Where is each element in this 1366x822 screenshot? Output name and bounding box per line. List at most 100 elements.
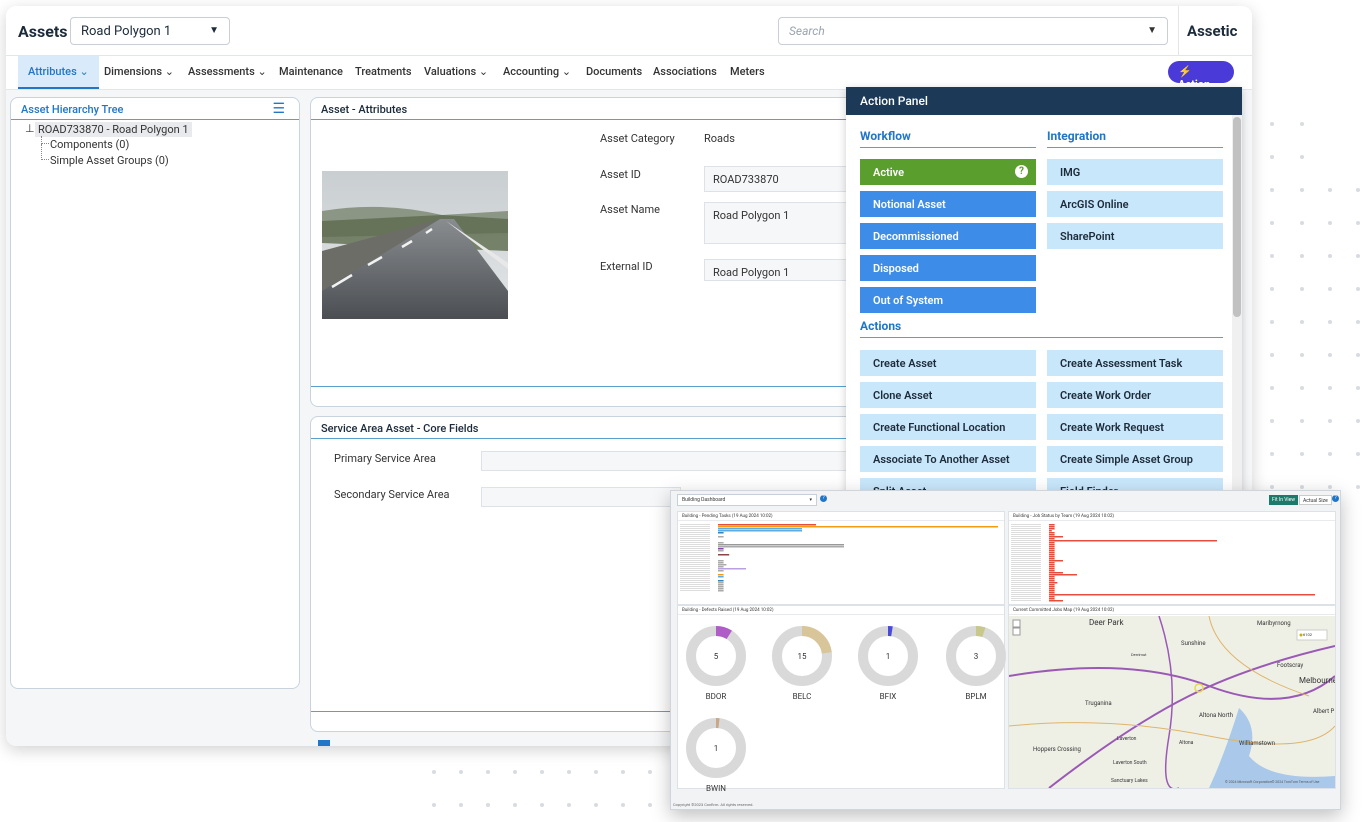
donut-value: 1: [713, 744, 719, 753]
map-credit: © 2024 Microsoft Corporation© 2024 TomTo…: [1225, 780, 1320, 784]
brand-logo: Assetic: [1178, 6, 1252, 56]
tree-title: Asset Hierarchy Tree: [11, 98, 299, 120]
chart-tick-label: [680, 574, 710, 575]
chart-tick-label: [1011, 576, 1041, 577]
secondary-service-area-field[interactable]: [481, 487, 681, 507]
chart-tick-label: [1011, 590, 1041, 591]
workflow-out-of-system-button[interactable]: Out of System: [860, 287, 1036, 313]
tab-documents[interactable]: Documents: [586, 65, 642, 78]
map-label: Truganina: [1085, 700, 1112, 707]
chart-bar: [1049, 524, 1055, 526]
chart-bar: [718, 536, 724, 538]
tab-meters[interactable]: Meters: [730, 65, 765, 78]
associate-asset-button[interactable]: Associate To Another Asset: [860, 446, 1036, 472]
chart-bar: [1049, 566, 1055, 568]
create-work-request-button[interactable]: Create Work Request: [1047, 414, 1223, 440]
scrollbar-thumb[interactable]: [1233, 117, 1241, 317]
asset-name-field[interactable]: Road Polygon 1: [704, 202, 864, 244]
chart-tick-label: [680, 524, 710, 525]
workflow-decommissioned-button[interactable]: Decommissioned: [860, 223, 1036, 249]
chart-bar: [1049, 572, 1063, 574]
dashboard-selector[interactable]: Building Dashboard ▾: [677, 494, 817, 506]
chart-bar: [1049, 526, 1055, 528]
chart-tick-label: [1011, 532, 1041, 533]
donut-chart-bwin: 1 BWIN: [684, 716, 748, 793]
map-label: Laverton: [1117, 736, 1137, 742]
tab-valuations[interactable]: Valuations ⌄: [424, 65, 488, 78]
chart-tick-label: [1011, 560, 1041, 561]
jobs-map-title: Current Committed Jobs Map (19 Aug 2024 …: [1009, 606, 1335, 615]
search-input[interactable]: Search ▼: [778, 17, 1168, 45]
action-panel: Action Panel Workflow Integration Active…: [846, 87, 1242, 495]
help-icon[interactable]: ?: [1332, 495, 1339, 502]
tab-dimensions[interactable]: Dimensions ⌄: [104, 65, 174, 78]
donut-label: BPLM: [965, 692, 987, 701]
lightning-icon: ⚡: [1178, 65, 1192, 78]
fit-in-view-button[interactable]: Fit In View: [1269, 495, 1299, 505]
tab-accounting[interactable]: Accounting ⌄: [503, 65, 571, 78]
create-simple-asset-group-button[interactable]: Create Simple Asset Group: [1047, 446, 1223, 472]
create-asset-button[interactable]: Create Asset: [860, 350, 1036, 376]
donut-label: BFIX: [879, 692, 897, 701]
chart-bar: [718, 530, 802, 532]
integration-sharepoint-button[interactable]: SharePoint: [1047, 223, 1223, 249]
chart-tick-label: [680, 582, 710, 583]
action-button[interactable]: ⚡ Action: [1168, 61, 1234, 91]
actual-size-button[interactable]: Actual Size: [1299, 495, 1332, 505]
donut-label: BDOR: [705, 692, 727, 701]
help-icon[interactable]: ?: [1015, 165, 1028, 178]
tab-associations[interactable]: Associations: [653, 65, 717, 78]
chart-tick-label: [1011, 592, 1041, 593]
chart-bar: [1049, 588, 1055, 590]
create-functional-location-button[interactable]: Create Functional Location: [860, 414, 1036, 440]
chart-bar: [718, 542, 724, 544]
chart-bar: [718, 584, 724, 586]
chart-tick-label: [1011, 562, 1041, 563]
map-label: Hoppers Crossing: [1033, 746, 1081, 753]
tab-assessments[interactable]: Assessments ⌄: [188, 65, 267, 78]
integration-img-button[interactable]: IMG: [1047, 159, 1223, 185]
asset-selector[interactable]: Road Polygon 1 ▼: [70, 17, 230, 45]
tab-attributes[interactable]: Attributes ⌄: [18, 56, 99, 89]
tree-node-simple-asset-groups[interactable]: Simple Asset Groups (0): [50, 154, 169, 167]
chart-tick-label: [680, 572, 710, 573]
asset-id-field[interactable]: ROAD733870: [704, 166, 864, 192]
tab-treatments[interactable]: Treatments: [355, 65, 412, 78]
workflow-disposed-button[interactable]: Disposed: [860, 255, 1036, 281]
chart-tick-label: [680, 566, 710, 567]
help-icon[interactable]: ?: [820, 495, 827, 502]
clone-asset-button[interactable]: Clone Asset: [860, 382, 1036, 408]
primary-service-area-field[interactable]: [481, 451, 861, 471]
chart-tick-label: [1011, 526, 1041, 527]
chart-bar: [718, 524, 816, 526]
external-id-field[interactable]: Road Polygon 1: [704, 259, 864, 281]
map-label: Albert P: [1313, 708, 1335, 715]
chart-tick-label: [680, 570, 710, 571]
tree-root-node[interactable]: ROAD733870 - Road Polygon 1: [35, 122, 192, 137]
integration-arcgis-button[interactable]: ArcGIS Online: [1047, 191, 1223, 217]
tree-node-components[interactable]: Components (0): [50, 138, 129, 151]
tab-maintenance[interactable]: Maintenance: [279, 65, 343, 78]
chart-bar: [1049, 600, 1063, 602]
donut-chart-bplm: 3 BPLM: [944, 624, 1008, 701]
workflow-active-button[interactable]: Active?: [860, 159, 1036, 185]
tree-expand-icon[interactable]: ⊥: [25, 122, 35, 135]
chart-bar: [1049, 530, 1052, 532]
map-label: Maribyrnong: [1257, 620, 1291, 627]
chart-bar: [1049, 584, 1055, 586]
chart-bar: [1049, 546, 1055, 548]
map-label: Sunshine: [1181, 640, 1206, 647]
menu-icon[interactable]: ☰: [272, 101, 285, 117]
pending-tasks-chart: [680, 524, 998, 592]
create-work-order-button[interactable]: Create Work Order: [1047, 382, 1223, 408]
chart-bar: [718, 544, 844, 546]
chart-bar: [718, 532, 724, 534]
chart-bar: [718, 528, 802, 530]
chart-tick-label: [1011, 586, 1041, 587]
jobs-map[interactable]: Deer Park Maribyrnong Sunshine Derrimut …: [1009, 616, 1335, 788]
donut-label: BWIN: [706, 784, 726, 793]
chart-tick-label: [1011, 542, 1041, 543]
create-assessment-task-button[interactable]: Create Assessment Task: [1047, 350, 1223, 376]
workflow-notional-asset-button[interactable]: Notional Asset: [860, 191, 1036, 217]
map-label: Williamstown: [1239, 740, 1275, 747]
